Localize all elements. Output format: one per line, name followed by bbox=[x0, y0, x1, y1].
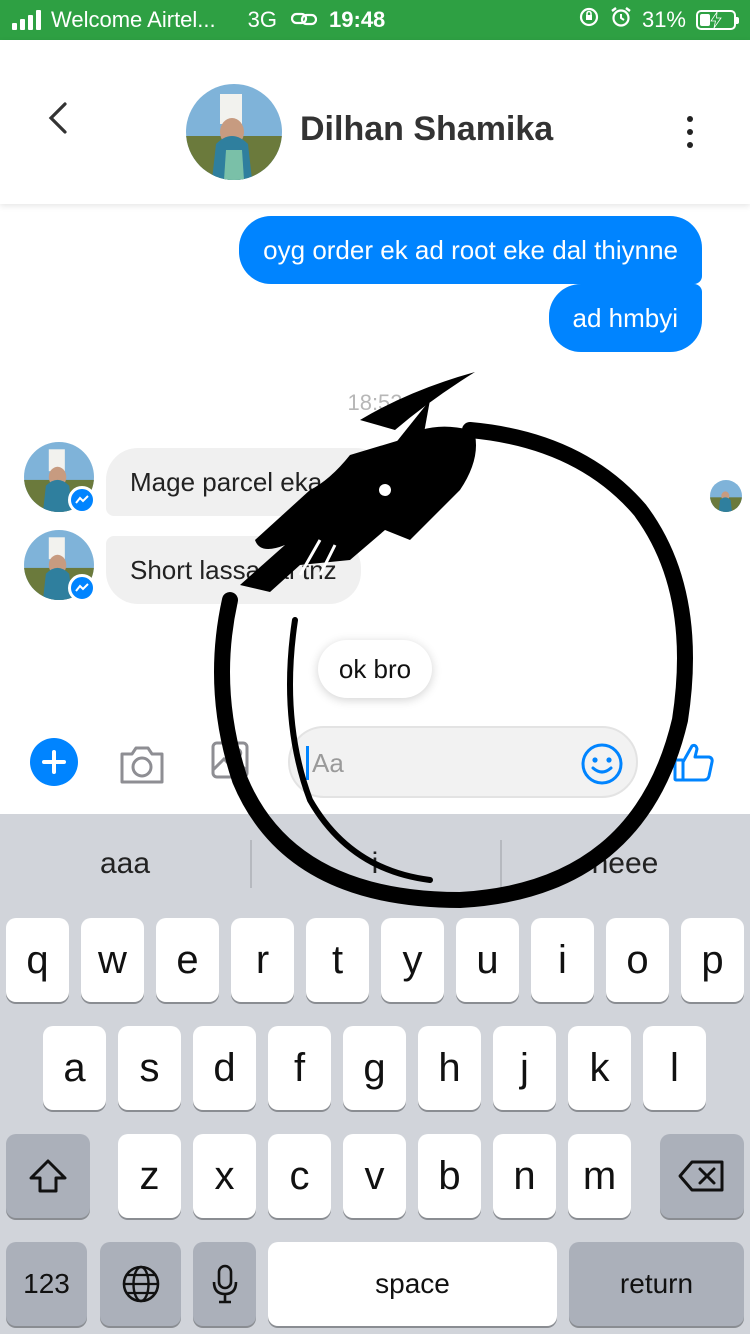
globe-icon bbox=[122, 1265, 159, 1303]
backspace-key[interactable] bbox=[660, 1134, 744, 1218]
numbers-key[interactable]: 123 bbox=[6, 1242, 87, 1326]
key[interactable]: u bbox=[456, 918, 519, 1002]
key[interactable]: x bbox=[193, 1134, 256, 1218]
microphone-key[interactable] bbox=[193, 1242, 256, 1326]
seen-receipt-avatar bbox=[710, 480, 742, 512]
more-options-button[interactable] bbox=[672, 110, 708, 154]
plus-icon bbox=[42, 750, 66, 774]
key[interactable]: q bbox=[6, 918, 69, 1002]
outgoing-message[interactable]: ad hmbyi bbox=[548, 284, 702, 352]
message-input[interactable]: Aa bbox=[288, 726, 638, 798]
image-icon bbox=[211, 741, 249, 779]
key[interactable]: m bbox=[568, 1134, 631, 1218]
chevron-left-icon bbox=[48, 102, 67, 134]
contact-name[interactable]: Dilhan Shamika bbox=[300, 110, 553, 149]
emoji-button[interactable] bbox=[580, 742, 624, 786]
key[interactable]: i bbox=[531, 918, 594, 1002]
key[interactable]: s bbox=[118, 1026, 181, 1110]
quick-reply-chip[interactable]: ok bro bbox=[318, 640, 432, 698]
incoming-message[interactable]: Short lassanai tnz bbox=[106, 536, 361, 604]
key[interactable]: v bbox=[343, 1134, 406, 1218]
key[interactable]: d bbox=[193, 1026, 256, 1110]
space-key[interactable]: space bbox=[268, 1242, 557, 1326]
return-key[interactable]: return bbox=[569, 1242, 744, 1326]
emoji-icon bbox=[581, 743, 623, 785]
add-button[interactable] bbox=[30, 738, 78, 786]
camera-button[interactable] bbox=[118, 742, 166, 786]
contact-avatar[interactable] bbox=[186, 84, 282, 180]
signal-strength-icon bbox=[12, 10, 41, 30]
key[interactable]: z bbox=[118, 1134, 181, 1218]
chat-header: Dilhan Shamika bbox=[0, 40, 750, 204]
key[interactable]: l bbox=[643, 1026, 706, 1110]
shift-icon bbox=[29, 1159, 67, 1193]
key[interactable]: k bbox=[568, 1026, 631, 1110]
shift-key[interactable] bbox=[6, 1134, 90, 1218]
key[interactable]: n bbox=[493, 1134, 556, 1218]
suggestion-item[interactable]: i bbox=[250, 814, 500, 914]
microphone-icon bbox=[212, 1264, 237, 1304]
key[interactable]: f bbox=[268, 1026, 331, 1110]
suggestion-bar: aaa i neee bbox=[0, 814, 750, 914]
clock-time: 19:48 bbox=[329, 7, 386, 32]
battery-icon bbox=[696, 10, 739, 30]
back-button[interactable] bbox=[38, 98, 78, 138]
key[interactable]: t bbox=[306, 918, 369, 1002]
key[interactable]: p bbox=[681, 918, 744, 1002]
key[interactable]: h bbox=[418, 1026, 481, 1110]
messenger-badge-icon bbox=[68, 486, 96, 514]
key[interactable]: b bbox=[418, 1134, 481, 1218]
key[interactable]: o bbox=[606, 918, 669, 1002]
key[interactable]: j bbox=[493, 1026, 556, 1110]
gallery-button[interactable] bbox=[210, 740, 250, 780]
on-screen-keyboard: aaa i neee q w e r t y u i o p a s d f g… bbox=[0, 814, 750, 1334]
camera-icon bbox=[120, 746, 164, 784]
message-timestamp: 18:52 bbox=[347, 390, 403, 415]
network-type: 3G bbox=[247, 7, 278, 32]
key[interactable]: g bbox=[343, 1026, 406, 1110]
key[interactable]: a bbox=[43, 1026, 106, 1110]
battery-percent: 31% bbox=[641, 7, 686, 32]
link-icon bbox=[290, 7, 318, 33]
status-bar: Welcome Airtel... 3G 19:48 31% bbox=[0, 0, 750, 40]
more-vertical-icon bbox=[687, 116, 693, 122]
incoming-message[interactable]: Mage parcel eka tnz bbox=[106, 448, 389, 516]
carrier-name: Welcome Airtel... bbox=[51, 7, 216, 32]
key[interactable]: c bbox=[268, 1134, 331, 1218]
key[interactable]: w bbox=[81, 918, 144, 1002]
suggestion-item[interactable]: aaa bbox=[0, 814, 250, 914]
messenger-badge-icon bbox=[68, 574, 96, 602]
suggestion-item[interactable]: neee bbox=[500, 814, 750, 914]
message-composer: Aa bbox=[0, 722, 750, 814]
key[interactable]: r bbox=[231, 918, 294, 1002]
outgoing-message[interactable]: oyg order ek ad root eke dal thiynne bbox=[239, 216, 702, 284]
like-button[interactable] bbox=[672, 740, 716, 784]
key[interactable]: e bbox=[156, 918, 219, 1002]
globe-key[interactable] bbox=[100, 1242, 181, 1326]
key[interactable]: y bbox=[381, 918, 444, 1002]
backspace-icon bbox=[678, 1160, 724, 1192]
alarm-icon bbox=[610, 6, 632, 34]
thumbs-up-icon bbox=[673, 743, 714, 782]
text-caret bbox=[306, 746, 309, 780]
rotation-lock-icon bbox=[578, 6, 600, 34]
message-input-placeholder: Aa bbox=[312, 748, 344, 778]
